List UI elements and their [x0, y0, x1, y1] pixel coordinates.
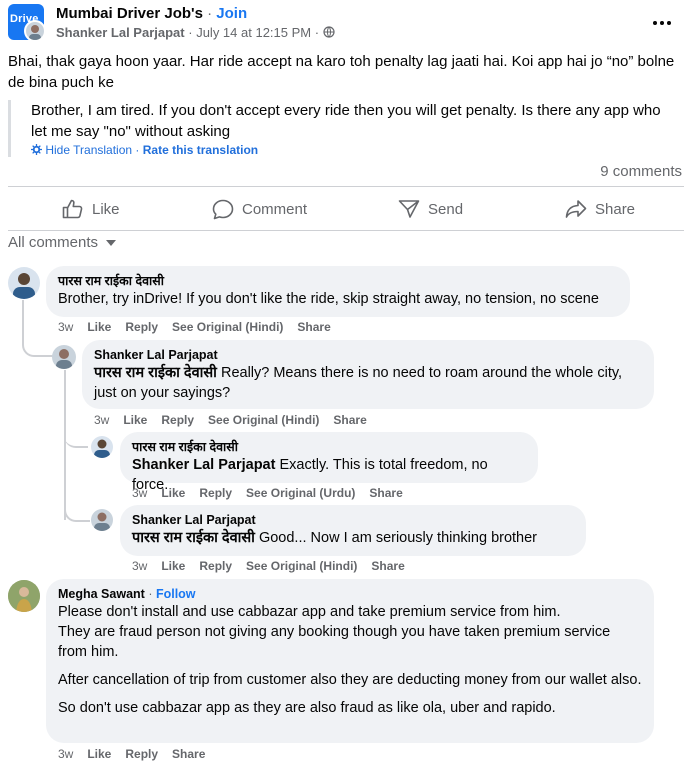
hide-translation-link[interactable]: Hide Translation	[45, 143, 132, 157]
thumbs-up-icon	[62, 199, 83, 219]
comment-text: पारस राम राईका देवासी Good... Now I am s…	[132, 530, 538, 546]
comment-author[interactable]: Shanker Lal Parjapat	[94, 347, 642, 363]
follow-link[interactable]: Follow	[156, 587, 196, 601]
see-original-link[interactable]: See Original (Hindi)	[208, 413, 319, 427]
commenter-avatar[interactable]	[8, 267, 40, 299]
comment-bubble: Shanker Lal Parjapat पारस राम राईका देवा…	[82, 340, 654, 409]
comment-text: पारस राम राईका देवासी Really? Means ther…	[94, 365, 623, 401]
comment-time[interactable]: 3w	[94, 413, 109, 427]
comment-author[interactable]: पारस राम राईका देवासी	[58, 273, 618, 289]
comment-share-link[interactable]: Share	[172, 747, 205, 761]
divider	[8, 230, 684, 231]
mention-tag[interactable]: Shanker Lal Parjapat	[132, 457, 275, 473]
more-options-icon[interactable]	[652, 10, 682, 30]
comment-actions: 3w Like Reply See Original (Hindi) Share	[132, 559, 419, 573]
comment-author[interactable]: Megha Sawant	[58, 587, 145, 601]
post-date[interactable]: July 14 at 12:15 PM	[196, 25, 311, 40]
comment-like-link[interactable]: Like	[123, 413, 147, 427]
share-button[interactable]: Share	[565, 196, 635, 222]
comment-time[interactable]: 3w	[58, 320, 73, 334]
see-original-link[interactable]: See Original (Hindi)	[246, 559, 357, 573]
commenter-avatar[interactable]	[91, 436, 113, 458]
thread-connector	[64, 494, 90, 522]
comment-reply-link[interactable]: Reply	[199, 559, 232, 573]
join-link[interactable]: Join	[216, 5, 247, 22]
post-meta: Shanker Lal Parjapat · July 14 at 12:15 …	[56, 25, 335, 40]
comment-share-link[interactable]: Share	[371, 559, 404, 573]
comment-author[interactable]: Shanker Lal Parjapat	[132, 512, 574, 528]
comment-share-link[interactable]: Share	[333, 413, 366, 427]
globe-icon	[323, 26, 335, 38]
comment-bubble: Megha Sawant · Follow Please don't insta…	[46, 579, 654, 743]
comment-actions: 3w Like Reply See Original (Hindi) Share	[94, 413, 381, 427]
comment-icon	[212, 199, 234, 219]
comment-actions: 3w Like Reply See Original (Hindi) Share	[58, 320, 345, 334]
comment-filter-dropdown[interactable]: All comments	[8, 234, 117, 251]
thread-connector	[64, 420, 88, 448]
caret-down-icon	[106, 240, 117, 246]
author-avatar[interactable]	[24, 20, 46, 42]
see-original-link[interactable]: See Original (Urdu)	[246, 486, 355, 500]
send-icon	[398, 200, 420, 218]
comment-reply-link[interactable]: Reply	[125, 320, 158, 334]
post-text: Bhai, thak gaya hoon yaar. Har ride acce…	[8, 53, 675, 91]
comment-author[interactable]: पारस राम राईका देवासी	[132, 439, 526, 455]
comment-actions: 3w Like Reply Share	[58, 747, 219, 761]
comment-time[interactable]: 3w	[132, 559, 147, 573]
comment-like-link[interactable]: Like	[161, 486, 185, 500]
comment-actions: 3w Like Reply See Original (Urdu) Share	[132, 486, 417, 500]
rate-translation-link[interactable]: Rate this translation	[143, 143, 258, 157]
comment-text: After cancellation of trip from customer…	[58, 672, 642, 688]
commenter-avatar[interactable]	[91, 509, 113, 531]
mention-tag[interactable]: पारस राम राईका देवासी	[94, 365, 217, 381]
comment-header: Megha Sawant · Follow	[58, 587, 196, 601]
comment-time[interactable]: 3w	[58, 747, 73, 761]
comment-button[interactable]: Comment	[212, 196, 307, 222]
comment-text: Brother, try inDrive! If you don't like …	[58, 291, 599, 307]
comment-reply-link[interactable]: Reply	[199, 486, 232, 500]
post-header-title: Mumbai Driver Job's · Join	[56, 5, 248, 22]
comment-reply-link[interactable]: Reply	[125, 747, 158, 761]
divider	[8, 186, 684, 187]
share-label: Share	[595, 200, 636, 218]
comments-count[interactable]: 9 comments	[600, 163, 682, 180]
comment-label: Comment	[242, 200, 308, 218]
see-original-link[interactable]: See Original (Hindi)	[172, 320, 283, 334]
comment-bubble: पारस राम राईका देवासी Shanker Lal Parjap…	[120, 432, 538, 493]
comment-like-link[interactable]: Like	[87, 320, 111, 334]
comment-bubble: पारस राम राईका देवासी Brother, try inDri…	[46, 266, 630, 317]
translation-links: Hide Translation · Rate this translation	[31, 143, 678, 157]
comment-share-link[interactable]: Share	[297, 320, 330, 334]
comment-text: Please don't install and use cabbazar ap…	[58, 604, 561, 620]
share-icon	[565, 200, 587, 218]
comment-time[interactable]: 3w	[132, 486, 147, 500]
comment-text: So don't use cabbazar app as they are al…	[58, 700, 556, 716]
comment-share-link[interactable]: Share	[369, 486, 402, 500]
translation-text: Brother, I am tired. If you don't accept…	[31, 102, 661, 140]
comment-text: They are fraud person not giving any boo…	[58, 624, 611, 660]
comment-filter-label: All comments	[8, 234, 99, 251]
like-label: Like	[92, 200, 120, 218]
comment-reply-link[interactable]: Reply	[161, 413, 194, 427]
comment-like-link[interactable]: Like	[161, 559, 185, 573]
send-label: Send	[428, 200, 464, 218]
send-button[interactable]: Send	[398, 196, 463, 222]
mention-tag[interactable]: पारस राम राईका देवासी	[132, 530, 255, 546]
group-name-link[interactable]: Mumbai Driver Job's	[56, 5, 203, 22]
comment-bubble: Shanker Lal Parjapat पारस राम राईका देवा…	[120, 505, 586, 556]
translation-box: Brother, I am tired. If you don't accept…	[8, 100, 678, 157]
gear-icon	[31, 144, 42, 155]
like-button[interactable]: Like	[62, 196, 120, 222]
commenter-avatar[interactable]	[8, 580, 40, 612]
comment-like-link[interactable]: Like	[87, 747, 111, 761]
author-name[interactable]: Shanker Lal Parjapat	[56, 25, 185, 40]
commenter-avatar[interactable]	[52, 345, 76, 369]
